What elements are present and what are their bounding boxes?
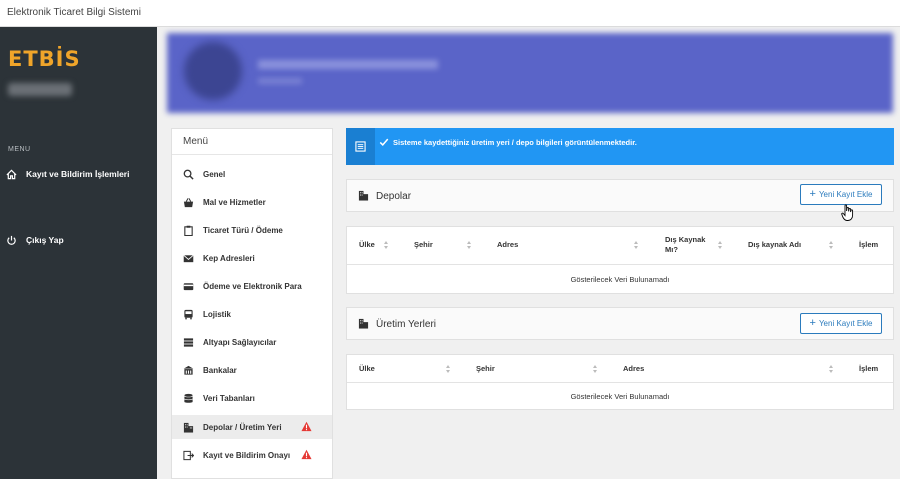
menu-item-bankalar[interactable]: Bankalar xyxy=(172,358,332,382)
sidebar-item-logout[interactable]: Çıkış Yap xyxy=(6,232,64,248)
sidebar-item-label: Kayıt ve Bildirim İşlemleri xyxy=(26,169,130,179)
building-icon xyxy=(183,422,194,433)
warning-icon xyxy=(301,449,312,460)
company-info-blurred xyxy=(258,78,302,84)
sort-icon[interactable] xyxy=(384,241,389,249)
menu-item-veri-tabanlari[interactable]: Veri Tabanları xyxy=(172,386,332,410)
uretim-table: Ülke Şehir Adres İşlem Gösterilecek Veri… xyxy=(346,354,894,410)
menu-item-label: Bankalar xyxy=(203,365,237,375)
check-icon xyxy=(379,138,389,147)
stack-icon xyxy=(183,337,194,348)
menu-item-label: Kep Adresleri xyxy=(203,253,255,263)
app-logo: ETBİS xyxy=(8,47,81,71)
company-name-blurred xyxy=(258,60,438,69)
menu-item-odeme[interactable]: Ödeme ve Elektronik Para xyxy=(172,274,332,298)
menu-title: Menü xyxy=(172,129,332,155)
add-button-label: Yeni Kayıt Ekle xyxy=(818,190,873,199)
sign-in-icon xyxy=(183,450,194,461)
clipboard-icon xyxy=(183,225,194,236)
depolar-table: Ülke Şehir Adres Dış Kaynak Mı? Dış kayn… xyxy=(346,226,894,294)
depolar-add-button[interactable]: + Yeni Kayıt Ekle xyxy=(800,184,882,205)
menu-item-kep-adresleri[interactable]: Kep Adresleri xyxy=(172,246,332,270)
user-name-blurred xyxy=(8,83,72,96)
sort-icon[interactable] xyxy=(718,241,723,249)
menu-item-label: Lojistik xyxy=(203,309,232,319)
sort-icon[interactable] xyxy=(467,241,472,249)
column-header-dis-kaynak[interactable]: Dış Kaynak Mı? xyxy=(665,235,717,255)
company-banner xyxy=(167,33,893,113)
header-divider xyxy=(347,264,893,265)
credit-card-icon xyxy=(183,281,194,292)
home-icon xyxy=(6,169,17,179)
company-logo-blurred xyxy=(184,42,242,100)
building-icon xyxy=(358,190,369,201)
empty-message: Gösterilecek Veri Bulunamadı xyxy=(570,392,670,401)
sidebar-item-label: Çıkış Yap xyxy=(26,235,64,245)
column-header-sehir[interactable]: Şehir xyxy=(476,364,495,374)
column-header-sehir[interactable]: Şehir xyxy=(414,240,433,250)
menu-item-genel[interactable]: Genel xyxy=(172,162,332,186)
menu-item-mal-hizmetler[interactable]: Mal ve Hizmetler xyxy=(172,190,332,214)
uretim-title: Üretim Yerleri xyxy=(376,319,437,330)
sort-icon[interactable] xyxy=(829,365,834,373)
depolar-title: Depolar xyxy=(376,191,412,202)
menu-item-ticaret-turu[interactable]: Ticaret Türü / Ödeme xyxy=(172,218,332,242)
building-icon xyxy=(358,318,369,329)
menu-item-label: Kayıt ve Bildirim Onayı xyxy=(203,450,291,460)
menu-item-label: Mal ve Hizmetler xyxy=(203,197,266,207)
envelope-icon xyxy=(183,253,194,264)
sort-icon[interactable] xyxy=(829,241,834,249)
column-header-islem: İşlem xyxy=(859,364,879,373)
bank-icon xyxy=(183,365,194,376)
title-bar: Elektronik Ticaret Bilgi Sistemi xyxy=(0,0,900,27)
warning-icon xyxy=(301,421,312,432)
menu-item-label: Ticaret Türü / Ödeme xyxy=(203,225,283,235)
menu-item-label: Depolar / Üretim Yeri xyxy=(203,422,282,432)
power-icon xyxy=(7,235,16,245)
uretim-add-button[interactable]: + Yeni Kayıt Ekle xyxy=(800,313,882,334)
plus-icon: + xyxy=(809,317,816,329)
database-icon xyxy=(183,393,194,404)
sort-icon[interactable] xyxy=(634,241,639,249)
sort-icon[interactable] xyxy=(593,365,598,373)
column-header-dis-kaynak-adi[interactable]: Dış kaynak Adı xyxy=(748,240,801,250)
info-alert: Sisteme kaydettiğiniz üretim yeri / depo… xyxy=(346,128,894,165)
plus-icon: + xyxy=(809,188,816,200)
menu-item-depolar[interactable]: Depolar / Üretim Yeri xyxy=(172,415,332,439)
menu-item-altyapi[interactable]: Altyapı Sağlayıcılar xyxy=(172,330,332,354)
list-icon xyxy=(346,128,375,165)
column-header-ulke[interactable]: Ülke xyxy=(359,364,375,374)
column-header-islem: İşlem xyxy=(859,240,879,249)
sidebar-menu-caption: MENU xyxy=(8,146,31,153)
header-divider xyxy=(347,382,893,383)
column-header-ulke[interactable]: Ülke xyxy=(359,240,375,250)
empty-message: Gösterilecek Veri Bulunamadı xyxy=(570,275,670,284)
sidebar: ETBİS MENU Kayıt ve Bildirim İşlemleri Ç… xyxy=(0,27,157,479)
menu-item-kayit-onayi[interactable]: Kayıt ve Bildirim Onayı xyxy=(172,443,332,467)
column-header-adres[interactable]: Adres xyxy=(497,240,518,250)
menu-item-lojistik[interactable]: Lojistik xyxy=(172,302,332,326)
menu-panel: Menü Genel Mal ve Hizmetler Ticaret Türü… xyxy=(171,128,333,479)
sort-icon[interactable] xyxy=(446,365,451,373)
add-button-label: Yeni Kayıt Ekle xyxy=(818,319,873,328)
window-title: Elektronik Ticaret Bilgi Sistemi xyxy=(7,7,141,18)
alert-text: Sisteme kaydettiğiniz üretim yeri / depo… xyxy=(393,138,637,147)
menu-item-label: Genel xyxy=(203,169,226,179)
column-header-adres[interactable]: Adres xyxy=(623,364,644,374)
search-icon xyxy=(183,169,194,180)
menu-item-label: Altyapı Sağlayıcılar xyxy=(203,337,277,347)
sidebar-item-kayit-bildirim[interactable]: Kayıt ve Bildirim İşlemleri xyxy=(6,166,129,182)
menu-item-label: Veri Tabanları xyxy=(203,393,255,403)
mouse-cursor-icon xyxy=(841,204,854,221)
menu-item-label: Ödeme ve Elektronik Para xyxy=(203,281,302,291)
bus-icon xyxy=(183,309,194,320)
basket-icon xyxy=(183,197,194,208)
